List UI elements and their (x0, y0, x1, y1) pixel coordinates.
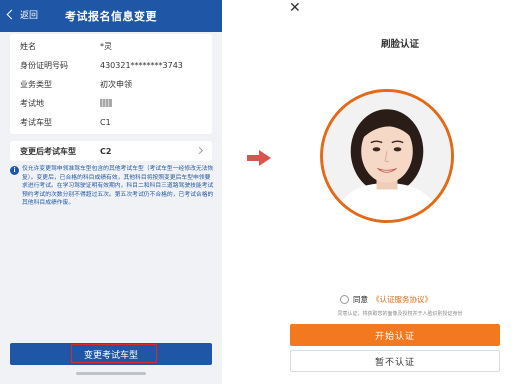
info-label: 身份证明号码 (20, 60, 68, 70)
face-auth-screen: ✕ 刷脸认证 同意 《认证服务协议》 同意认证，将获取您的面像及授权并于人脸识别… (287, 0, 513, 384)
info-card: 姓名 *灵 身份证明号码 430321********3743 业务类型 初次申… (10, 34, 212, 134)
info-value: *灵 (100, 41, 112, 51)
info-row-id: 身份证明号码 430321********3743 (20, 57, 204, 73)
info-label: 姓名 (20, 41, 36, 51)
page-title: 考试报名信息变更 (65, 10, 157, 23)
face-photo (323, 92, 451, 220)
change-label: 变更后考试车型 (20, 146, 76, 156)
arrow-right-icon (247, 150, 271, 166)
skip-auth-button[interactable]: 暂不认证 (290, 350, 500, 372)
info-value: C1 (100, 117, 111, 127)
agreement-link[interactable]: 《认证服务协议》 (372, 294, 432, 305)
change-vehicle-type-row[interactable]: 变更后考试车型 C2 (10, 141, 212, 161)
agree-radio[interactable] (340, 295, 349, 304)
masked-value (100, 99, 112, 107)
start-auth-button[interactable]: 开始认证 (290, 324, 500, 346)
info-label: 考试车型 (20, 117, 52, 127)
change-value: C2 (100, 146, 112, 156)
home-indicator (76, 372, 146, 375)
notice-text: 仅允许变更驾申领准驾车型包含的其他考试车型（考试车型一经修改无法恢复）。变更后，… (22, 166, 214, 206)
agree-prefix: 同意 (353, 295, 368, 304)
info-label: 考试地 (20, 98, 44, 108)
header-bar: 返回 考试报名信息变更 (0, 0, 222, 32)
info-label: 业务类型 (20, 79, 52, 89)
notice-block: i 仅允许变更驾申领准驾车型包含的其他考试车型（考试车型一经修改无法恢复）。变更… (10, 165, 215, 208)
page-title: 刷脸认证 (380, 39, 419, 50)
close-icon[interactable]: ✕ (289, 0, 301, 16)
face-capture-circle (320, 89, 454, 223)
info-row-exam-location: 考试地 (20, 95, 204, 111)
info-value: 430321********3743 (100, 60, 183, 70)
agreement-row: 同意 《认证服务协议》 (340, 294, 432, 305)
info-row-name: 姓名 *灵 (20, 38, 204, 54)
info-icon: i (10, 166, 19, 175)
info-value: 初次申领 (100, 79, 132, 89)
change-vehicle-type-button[interactable]: 变更考试车型 (10, 343, 212, 365)
consent-text: 同意认证，将获取您的面像及授权并于人脸识别授证身份 (337, 311, 463, 317)
change-info-screen: 返回 考试报名信息变更 姓名 *灵 身份证明号码 430321********3… (0, 0, 222, 384)
info-row-vehicle-type: 考试车型 C1 (20, 114, 204, 130)
info-row-business-type: 业务类型 初次申领 (20, 76, 204, 92)
